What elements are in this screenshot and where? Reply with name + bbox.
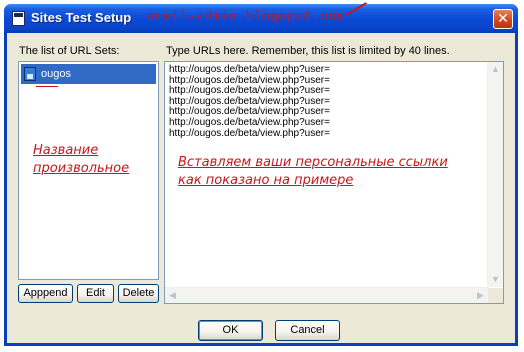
annotation-name: Название произвольное bbox=[33, 142, 129, 178]
urls-textarea[interactable]: http://ougos.de/beta/view.php?user= http… bbox=[164, 61, 504, 304]
edit-button[interactable]: Edit bbox=[77, 284, 114, 303]
annotation-links-line2: как показано на примере bbox=[178, 173, 354, 188]
scroll-right-icon[interactable]: ▶ bbox=[473, 288, 488, 303]
horizontal-scrollbar[interactable]: ◀ ▶ bbox=[165, 287, 488, 303]
cancel-button[interactable]: Cancel bbox=[275, 320, 340, 341]
url-line: http://ougos.de/beta/view.php?user= bbox=[169, 64, 330, 75]
list-item-label: ougos bbox=[41, 68, 71, 80]
ok-button[interactable]: OK bbox=[198, 320, 263, 341]
scroll-down-icon[interactable]: ▼ bbox=[488, 272, 503, 287]
scroll-left-icon[interactable]: ◀ bbox=[165, 288, 180, 303]
scroll-up-icon[interactable]: ▲ bbox=[488, 62, 503, 77]
app-icon bbox=[12, 11, 25, 26]
url-set-icon bbox=[24, 67, 36, 81]
vertical-scrollbar[interactable]: ▲ ▼ bbox=[487, 62, 503, 287]
annotation-underline bbox=[36, 86, 58, 87]
list-item[interactable]: ougos bbox=[21, 64, 156, 84]
dialog-window: Sites Test Setup ersil-admin.blogspot.co… bbox=[4, 2, 518, 346]
scrollbar-corner bbox=[488, 288, 503, 303]
annotation-name-line2: произвольное bbox=[33, 161, 130, 176]
annotation-name-line1: Название bbox=[33, 143, 99, 158]
watermark-stroke bbox=[345, 2, 367, 16]
urls-label: Type URLs here. Remember, this list is l… bbox=[166, 45, 450, 57]
dialog-body: The list of URL Sets: Type URLs here. Re… bbox=[7, 33, 515, 343]
url-lines: http://ougos.de/beta/view.php?user= http… bbox=[169, 64, 330, 139]
title-bar[interactable]: Sites Test Setup ersil-admin.blogspot.co… bbox=[4, 2, 518, 33]
window-title: Sites Test Setup bbox=[31, 10, 132, 25]
annotation-links: Вставляем ваши персональные ссылки как п… bbox=[178, 154, 448, 190]
delete-button[interactable]: Delete bbox=[118, 284, 159, 303]
annotation-links-line1: Вставляем ваши персональные ссылки bbox=[178, 155, 448, 170]
url-line: http://ougos.de/beta/view.php?user= bbox=[169, 116, 330, 128]
append-button[interactable]: Apppend bbox=[18, 284, 73, 303]
url-line: http://ougos.de/beta/view.php?user= bbox=[169, 127, 330, 139]
close-button[interactable]: ✕ bbox=[493, 9, 513, 29]
url-sets-list[interactable]: ougos Название произвольное bbox=[18, 61, 159, 280]
watermark-text: ersil-admin.blogspot.com bbox=[146, 9, 346, 24]
url-sets-label: The list of URL Sets: bbox=[19, 45, 120, 57]
